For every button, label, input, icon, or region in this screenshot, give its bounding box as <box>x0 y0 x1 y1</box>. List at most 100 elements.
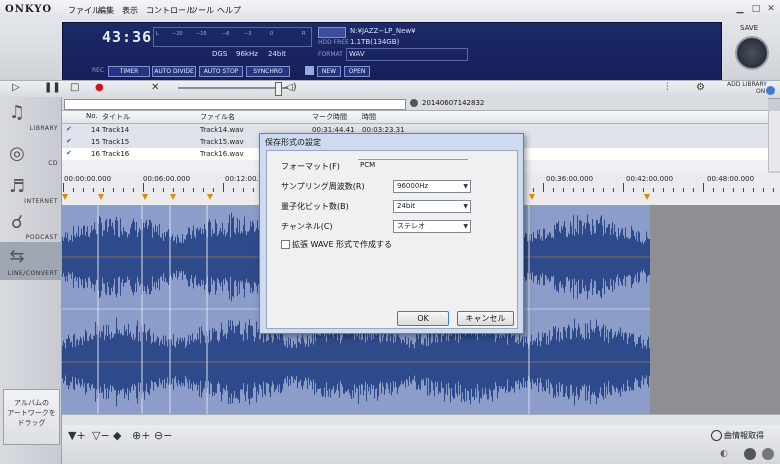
track-marker[interactable] <box>207 194 213 200</box>
split-icon[interactable]: ◆ <box>113 429 121 442</box>
menu-control[interactable]: コントロール <box>146 5 194 16</box>
cancel-button[interactable]: キャンセル <box>457 311 514 326</box>
channel-select[interactable]: ステレオ ▼ <box>393 220 471 233</box>
auto-divide-button[interactable]: AUTO DIVIDE <box>152 66 196 77</box>
col-no[interactable]: No. <box>86 112 98 120</box>
channel-label: チャンネル(C) <box>281 222 333 231</box>
synchro-button[interactable]: SYNCHRO <box>246 66 290 77</box>
drag-text: ドラッグ <box>17 419 46 427</box>
ruler-tick <box>733 188 734 192</box>
format-field-value: PCM <box>360 161 376 169</box>
auto-stop-button[interactable]: AUTO STOP <box>199 66 243 77</box>
ruler-tick <box>103 188 104 192</box>
menu-file[interactable]: ファイル <box>68 5 100 16</box>
stop-icon[interactable]: □ <box>70 82 79 94</box>
ruler-tick <box>583 188 584 192</box>
add-library-toggle[interactable] <box>766 86 775 95</box>
ruler-label: 00:42:00.000 <box>626 175 674 183</box>
save-disc-icon <box>735 36 769 70</box>
artwork-drop-area[interactable]: アルバムの アートワークを ドラッグ <box>3 389 60 445</box>
new-file-icon[interactable] <box>305 66 314 75</box>
ruler-tick <box>123 188 124 192</box>
ruler-tick <box>213 188 214 192</box>
source-label: DGS <box>212 50 228 58</box>
speaker-icon: ◁) <box>285 82 297 93</box>
track-file: Track14.wav <box>200 126 244 134</box>
open-button[interactable]: OPEN <box>344 66 370 77</box>
col-title[interactable]: タイトル <box>102 112 130 122</box>
track-no: 16 <box>91 150 100 158</box>
check-icon[interactable]: ✔ <box>66 149 72 157</box>
col-filename[interactable]: ファイル名 <box>200 112 235 122</box>
menu-help[interactable]: ヘルプ <box>217 5 241 16</box>
col-time[interactable]: 時間 <box>362 112 376 122</box>
sampling-select[interactable]: 96000Hz ▼ <box>393 180 471 193</box>
sidebar-item-line-convert[interactable]: ⇆ LINE/CONVERT <box>0 244 61 288</box>
save-button[interactable]: SAVE <box>728 24 774 79</box>
menu-edit[interactable]: 編集 <box>98 5 114 16</box>
minimize-icon[interactable]: ▁ <box>734 3 746 15</box>
internet-icon: ♬ <box>8 176 26 197</box>
list-scrollbar[interactable] <box>768 111 780 171</box>
settings-icon[interactable]: ⚙ <box>696 82 705 94</box>
ruler-tick <box>593 188 594 192</box>
library-icon: ♫ <box>8 102 26 123</box>
add-library-state: ON <box>756 88 766 95</box>
pause-icon[interactable]: ❚❚ <box>44 82 61 94</box>
track-info-icon[interactable] <box>711 430 722 441</box>
ruler-tick <box>543 183 544 192</box>
track-marker[interactable] <box>98 194 104 200</box>
ruler-tick <box>73 188 74 192</box>
track-marker[interactable] <box>62 194 68 200</box>
sidebar-item-library[interactable]: ♫ LIBRARY <box>0 98 61 142</box>
stream-icon[interactable]: ◐ <box>720 449 728 459</box>
ok-button[interactable]: OK <box>397 311 449 326</box>
record-icon[interactable]: ● <box>95 82 104 94</box>
ruler-tick <box>223 183 224 192</box>
zoom-in-icon[interactable]: ⊕+ <box>132 429 150 442</box>
meter-tick: −10 <box>196 31 207 37</box>
sidebar-item-label: LINE/CONVERT <box>7 270 58 277</box>
ruler-tick <box>533 188 534 192</box>
equalizer-icon[interactable]: ⫶ <box>666 82 669 94</box>
track-marker[interactable] <box>529 194 535 200</box>
ruler-tick <box>113 188 114 192</box>
track-marker[interactable] <box>142 194 148 200</box>
ruler-tick <box>773 188 774 192</box>
folder-path: N:¥JAZZ−LP_New¥ <box>350 27 416 35</box>
maximize-icon[interactable]: □ <box>750 3 762 15</box>
check-icon[interactable]: ✔ <box>66 137 72 145</box>
ruler-label: 00:06:00.000 <box>143 175 191 183</box>
volume-knob[interactable] <box>275 82 282 96</box>
add-marker-icon[interactable]: ▼+ <box>68 429 86 442</box>
ruler-label: 00:00:00.000 <box>64 175 112 183</box>
close-icon[interactable]: ✕ <box>765 3 777 15</box>
volume-slider[interactable] <box>178 87 288 89</box>
new-button[interactable]: NEW <box>317 66 341 77</box>
track-marker[interactable] <box>644 194 650 200</box>
ruler-tick <box>723 188 724 192</box>
power-icon[interactable] <box>762 448 774 460</box>
col-mark-time[interactable]: マーク時間 <box>312 112 347 122</box>
folder-icon[interactable] <box>318 27 346 38</box>
bit-depth: 24bit <box>268 50 287 58</box>
waveform-empty-area <box>650 205 780 414</box>
path-field[interactable] <box>64 99 406 110</box>
meter-tick: R <box>302 31 306 37</box>
ruler-tick <box>173 188 174 192</box>
play-icon[interactable]: ▷ <box>12 82 20 94</box>
bits-select[interactable]: 24bit ▼ <box>393 200 471 213</box>
ruler-tick <box>93 188 94 192</box>
track-info-button[interactable]: 曲情報取得 <box>724 430 764 441</box>
timer-button[interactable]: TIMER <box>108 66 150 77</box>
menu-tools[interactable]: ツール <box>190 5 214 16</box>
extended-wave-checkbox[interactable] <box>281 240 290 249</box>
remove-marker-icon[interactable]: ▽− <box>92 429 110 442</box>
menu-view[interactable]: 表示 <box>122 5 138 16</box>
check-icon[interactable]: ✔ <box>66 125 72 133</box>
ruler-label: 00:48:00.000 <box>707 175 755 183</box>
mute-icon[interactable]: ✕ <box>151 82 159 94</box>
meter-tick: 0 <box>270 31 274 37</box>
zoom-out-icon[interactable]: ⊖− <box>154 429 172 442</box>
track-marker[interactable] <box>170 194 176 200</box>
